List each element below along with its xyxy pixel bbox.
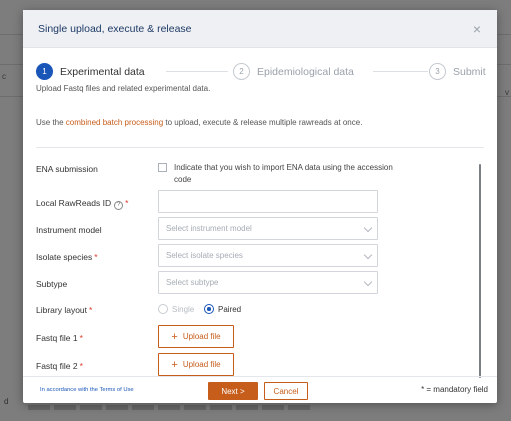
upload-modal: Single upload, execute & release × 1 Exp… [23, 10, 497, 403]
required-marker: * [125, 198, 129, 208]
upload-label: Upload file [182, 332, 221, 341]
local-id-label: Local RawReads ID? * [36, 198, 128, 210]
ena-checkbox[interactable] [158, 163, 167, 172]
chevron-down-icon [363, 250, 373, 260]
info-prefix: Use the [36, 118, 66, 127]
radio-button-checked [204, 304, 214, 314]
step-number: 3 [429, 63, 446, 80]
step-epidemiological[interactable]: 2 Epidemiological data [233, 63, 354, 80]
modal-header: Single upload, execute & release × [23, 10, 497, 48]
ena-checkbox-text: Indicate that you wish to import ENA dat… [174, 163, 393, 184]
fastq2-label-text: Fastq file 2 [36, 361, 78, 371]
species-label: Isolate species * [36, 252, 98, 262]
layout-label-text: Library layout [36, 305, 88, 315]
radio-label: Paired [218, 304, 242, 314]
radio-single[interactable]: Single [158, 304, 194, 314]
radio-paired[interactable]: Paired [204, 304, 241, 314]
batch-processing-link[interactable]: combined batch processing [66, 118, 163, 127]
terms-of-use-link[interactable]: In accordance with the Terms of Use [40, 387, 134, 393]
step-connector [166, 71, 228, 72]
section-divider [36, 147, 484, 148]
background-blurred-row [28, 405, 313, 410]
upload-fastq2-button[interactable]: + Upload file [158, 353, 234, 376]
select-placeholder: Select instrument model [166, 224, 252, 233]
instrument-label: Instrument model [36, 225, 102, 235]
cancel-button[interactable]: Cancel [264, 382, 308, 400]
required-marker: * [79, 361, 83, 371]
modal-footer: In accordance with the Terms of Use Next… [23, 376, 497, 403]
radio-label: Single [172, 304, 195, 314]
fastq2-label: Fastq file 2 * [36, 361, 83, 371]
radio-button [158, 304, 168, 314]
subtype-label: Subtype [36, 279, 68, 289]
fastq1-label-text: Fastq file 1 [36, 333, 78, 343]
fastq1-label: Fastq file 1 * [36, 333, 83, 343]
next-button[interactable]: Next > [208, 382, 258, 400]
step-submit[interactable]: 3 Submit [429, 63, 486, 80]
modal-subtitle: Upload Fastq files and related experimen… [36, 84, 211, 93]
chevron-down-icon [363, 277, 373, 287]
required-marker: * [94, 252, 98, 262]
scrollbar[interactable] [479, 164, 481, 378]
step-experimental[interactable]: 1 Experimental data [36, 63, 145, 80]
local-id-label-text: Local RawReads ID [36, 198, 112, 208]
info-suffix: to upload, execute & release multiple ra… [163, 118, 363, 127]
species-label-text: Isolate species [36, 252, 93, 262]
help-icon[interactable]: ? [114, 201, 124, 210]
close-icon[interactable]: × [473, 21, 481, 37]
upload-label: Upload file [182, 360, 221, 369]
select-placeholder: Select isolate species [166, 251, 243, 260]
step-connector [373, 71, 428, 72]
required-marker: * [89, 305, 93, 315]
ena-label: ENA submission [36, 164, 98, 174]
step-label: Submit [453, 65, 486, 78]
modal-title: Single upload, execute & release [38, 22, 192, 35]
instrument-select[interactable]: Select instrument model [158, 217, 378, 240]
mandatory-note: * = mandatory field [421, 385, 488, 394]
species-select[interactable]: Select isolate species [158, 244, 378, 267]
upload-fastq1-button[interactable]: + Upload file [158, 325, 234, 348]
layout-label: Library layout * [36, 305, 92, 315]
stepper: 1 Experimental data 2 Epidemiological da… [36, 63, 486, 81]
step-label: Epidemiological data [257, 65, 354, 78]
background-text: d [4, 397, 9, 406]
step-number: 1 [36, 63, 53, 80]
subtype-select[interactable]: Select subtype [158, 271, 378, 294]
plus-icon: + [171, 330, 178, 343]
batch-info-text: Use the combined batch processing to upl… [36, 118, 362, 127]
local-id-input[interactable] [158, 190, 378, 213]
plus-icon: + [171, 358, 178, 371]
background-text: v [505, 88, 509, 97]
select-placeholder: Select subtype [166, 278, 219, 287]
step-label: Experimental data [60, 65, 145, 78]
background-text: c [2, 72, 6, 81]
required-marker: * [79, 333, 83, 343]
step-number: 2 [233, 63, 250, 80]
chevron-down-icon [363, 223, 373, 233]
